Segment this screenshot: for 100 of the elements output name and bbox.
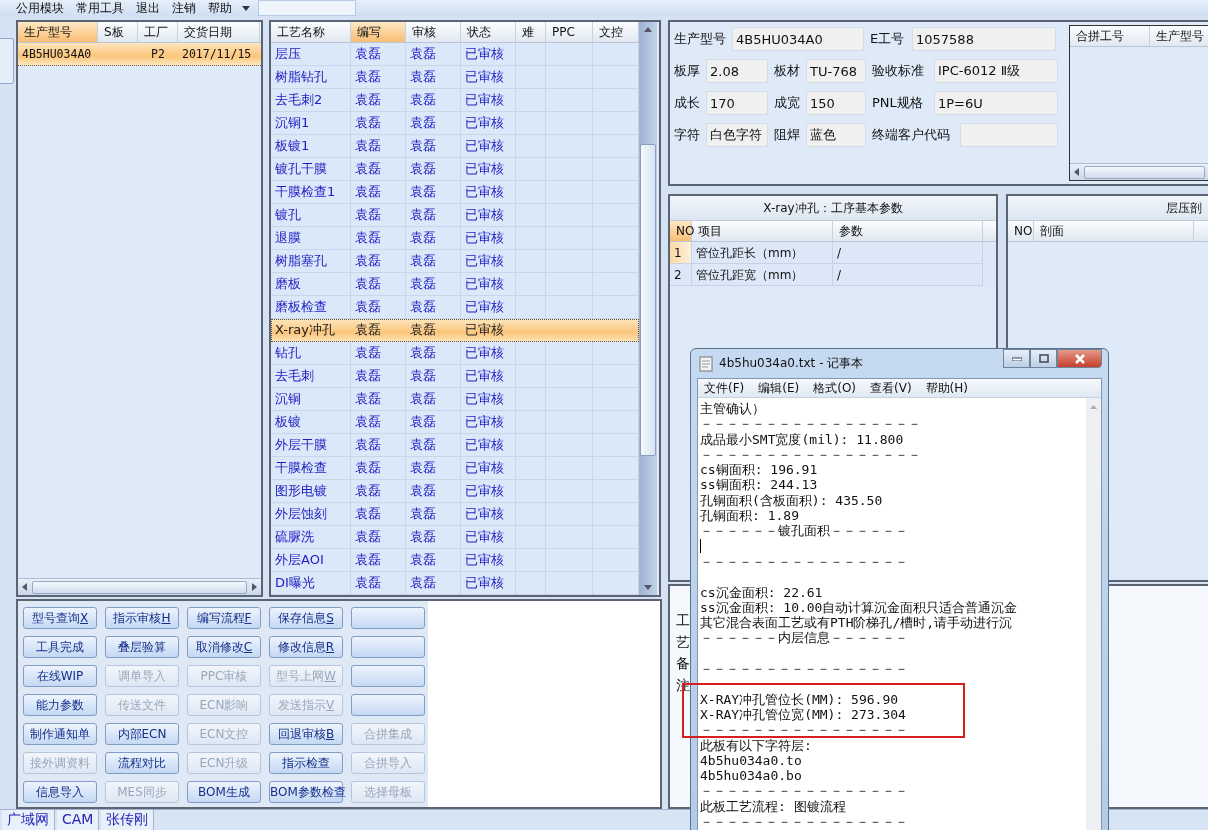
action-button[interactable]: 流程对比 [105, 752, 179, 774]
blank-button[interactable] [351, 607, 425, 629]
action-button[interactable]: 工具完成 [23, 636, 97, 658]
scroll-up-icon[interactable] [1089, 404, 1098, 410]
scroll-down-icon[interactable] [643, 583, 653, 591]
column-header[interactable]: 工厂 [138, 22, 178, 42]
table-row[interactable]: 干膜检查 袁磊 袁磊 已审核 [271, 457, 639, 480]
column-header[interactable]: NO [670, 221, 692, 241]
menu-item[interactable]: 退出 [130, 1, 166, 15]
table-row[interactable]: 树脂塞孔 袁磊 袁磊 已审核 [271, 250, 639, 273]
action-button[interactable]: 在线WIP [23, 665, 97, 687]
table-row[interactable]: 层压 袁磊 袁磊 已审核 [271, 43, 639, 66]
action-button[interactable]: 回退审核B [269, 723, 343, 745]
action-button[interactable]: 内部ECN [105, 723, 179, 745]
status-tab[interactable]: CAM [57, 810, 100, 830]
table-row[interactable]: 磨板检查 袁磊 袁磊 已审核 [271, 296, 639, 319]
minimize-button[interactable] [1003, 349, 1030, 368]
column-header[interactable]: PPC [546, 22, 593, 42]
table-row[interactable]: 图形电镀 袁磊 袁磊 已审核 [271, 480, 639, 503]
action-button[interactable]: 指示审核H [105, 607, 179, 629]
table-row[interactable]: 镀孔干膜 袁磊 袁磊 已审核 [271, 158, 639, 181]
horizontal-scrollbar[interactable] [1070, 163, 1208, 180]
blank-button[interactable] [351, 636, 425, 658]
table-row[interactable]: 磨板 袁磊 袁磊 已审核 [271, 273, 639, 296]
status-tab[interactable]: 广域网 [2, 810, 55, 830]
column-header[interactable]: 状态 [461, 22, 516, 42]
input-field[interactable]: 150 [806, 91, 866, 115]
column-header[interactable]: 难 [516, 22, 546, 42]
table-row[interactable]: 外层蚀刻 袁磊 袁磊 已审核 [271, 503, 639, 526]
table-row[interactable]: X-ray冲孔 袁磊 袁磊 已审核 [271, 319, 639, 342]
maximize-button[interactable] [1030, 349, 1057, 368]
column-header[interactable]: 剖面 [1034, 221, 1194, 241]
scroll-thumb[interactable] [1084, 165, 1205, 179]
table-row[interactable]: 沉铜1 袁磊 袁磊 已审核 [271, 112, 639, 135]
action-button[interactable]: 叠层验算 [105, 636, 179, 658]
action-button[interactable]: 编写流程F [187, 607, 261, 629]
menu-item[interactable]: 注销 [166, 1, 202, 15]
column-header[interactable]: NO [1008, 221, 1034, 241]
scroll-thumb[interactable] [640, 144, 656, 456]
table-row[interactable]: 4B5HU034A0 P2 2017/11/15 [18, 43, 261, 66]
input-field[interactable]: 1057588 [912, 27, 1056, 51]
table-row[interactable]: 沉铜 袁磊 袁磊 已审核 [271, 388, 639, 411]
scroll-right-icon[interactable] [250, 582, 258, 592]
vertical-scrollbar[interactable] [639, 22, 657, 595]
scroll-thumb[interactable] [32, 580, 247, 594]
table-row[interactable]: 板镀1 袁磊 袁磊 已审核 [271, 135, 639, 158]
input-field[interactable]: TU-768 [806, 59, 866, 83]
table-row[interactable]: 板镀 袁磊 袁磊 已审核 [271, 411, 639, 434]
scroll-up-icon[interactable] [643, 26, 653, 34]
table-row[interactable]: 树脂钻孔 袁磊 袁磊 已审核 [271, 66, 639, 89]
scroll-left-icon[interactable] [1073, 167, 1081, 177]
action-button[interactable]: 制作通知单 [23, 723, 97, 745]
menu-item[interactable]: 查看(V) [870, 379, 912, 397]
column-header[interactable]: 生产型号 [1150, 26, 1208, 46]
table-row[interactable]: 镀孔 袁磊 袁磊 已审核 [271, 204, 639, 227]
menu-item[interactable]: 格式(O) [813, 379, 857, 397]
input-field[interactable]: 白色字符 [706, 123, 768, 147]
toolbar-field[interactable] [258, 0, 356, 16]
vertical-scrollbar[interactable] [1086, 398, 1101, 830]
dropdown-caret-icon[interactable] [242, 5, 250, 11]
table-row[interactable]: DI曝光 袁磊 袁磊 已审核 [271, 572, 639, 595]
table-row[interactable]: 外层AOI 袁磊 袁磊 已审核 [271, 549, 639, 572]
close-button[interactable] [1057, 349, 1102, 368]
table-row[interactable]: 硫脲洗 袁磊 袁磊 已审核 [271, 526, 639, 549]
action-button[interactable]: 指示检查 [269, 752, 343, 774]
menu-item[interactable]: 常用工具 [70, 1, 130, 15]
column-header[interactable]: 交货日期 [178, 22, 260, 42]
input-field[interactable]: 蓝色 [806, 123, 866, 147]
menu-item[interactable]: 帮助 [202, 1, 238, 15]
input-field[interactable]: 2.08 [706, 59, 768, 83]
table-row[interactable]: 去毛刺 袁磊 袁磊 已审核 [271, 365, 639, 388]
action-button[interactable]: BOM生成 [187, 781, 261, 803]
action-button[interactable]: 型号查询X [23, 607, 97, 629]
menu-item[interactable]: 文件(F) [704, 379, 745, 397]
side-tab[interactable] [0, 38, 14, 84]
input-field[interactable]: 4B5HU034A0 [732, 27, 864, 51]
action-button[interactable]: 保存信息S [269, 607, 343, 629]
input-field[interactable]: 1P=6U [934, 91, 1058, 115]
input-field[interactable] [960, 123, 1058, 147]
action-button[interactable]: 取消修改C [187, 636, 261, 658]
menu-item[interactable]: 公用模块 [10, 1, 70, 15]
menu-item[interactable]: 编辑(E) [758, 379, 800, 397]
status-tab[interactable]: 张传刚 [101, 810, 155, 830]
horizontal-scrollbar[interactable] [18, 578, 261, 595]
table-row[interactable]: 外层干膜 袁磊 袁磊 已审核 [271, 434, 639, 457]
action-button[interactable]: 信息导入 [23, 781, 97, 803]
column-header[interactable]: 合拼工号 [1070, 26, 1150, 46]
column-header[interactable]: 参数 [833, 221, 983, 241]
table-row[interactable]: 退膜 袁磊 袁磊 已审核 [271, 227, 639, 250]
table-row[interactable]: 去毛刺2 袁磊 袁磊 已审核 [271, 89, 639, 112]
table-row[interactable]: 干膜检查1 袁磊 袁磊 已审核 [271, 181, 639, 204]
column-header[interactable]: 生产型号 [18, 22, 98, 42]
blank-button[interactable] [351, 665, 425, 687]
column-header[interactable]: 编写 [351, 22, 406, 42]
table-row[interactable]: 钻孔 袁磊 袁磊 已审核 [271, 342, 639, 365]
menu-item[interactable]: 帮助(H) [925, 379, 968, 397]
column-header[interactable]: S板 [98, 22, 138, 42]
column-header[interactable]: 审核 [406, 22, 461, 42]
scroll-left-icon[interactable] [21, 582, 29, 592]
blank-button[interactable] [351, 694, 425, 716]
